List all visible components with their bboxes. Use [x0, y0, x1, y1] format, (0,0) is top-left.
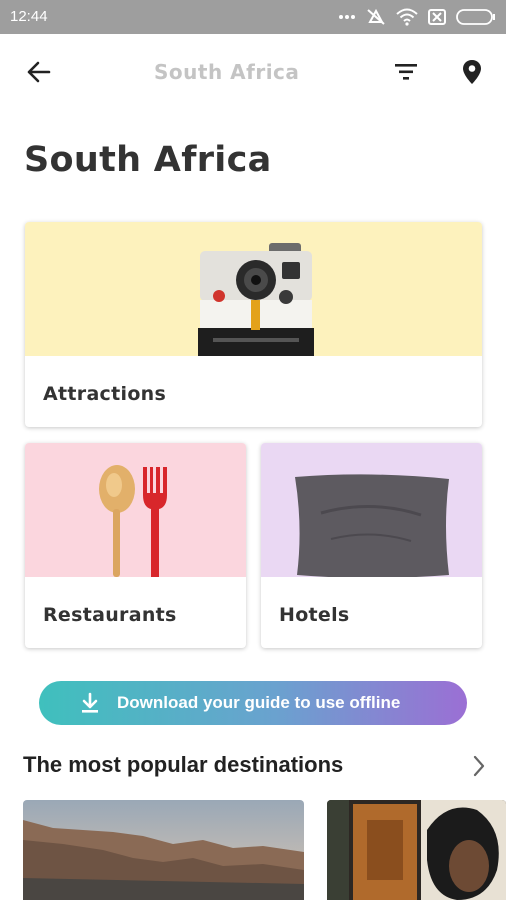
battery-icon: [456, 9, 496, 25]
app-bar: South Africa: [0, 34, 506, 114]
status-icons: [338, 7, 496, 27]
arrow-back-icon: [25, 60, 51, 88]
street-art-photo: [327, 800, 506, 900]
back-button[interactable]: [20, 56, 56, 92]
pillow-icon: [261, 474, 482, 581]
sim-off-icon: [428, 9, 446, 25]
status-time: 12:44: [10, 8, 48, 25]
hotels-image: [261, 443, 482, 578]
restaurants-label: Restaurants: [43, 604, 177, 626]
page-title: South Africa: [24, 140, 272, 180]
download-icon: [79, 692, 101, 714]
instant-camera-icon: [25, 243, 482, 360]
restaurants-card[interactable]: Restaurants: [25, 443, 246, 648]
restaurants-image: [25, 443, 246, 577]
table-mountain-photo: [23, 800, 304, 900]
attractions-label: Attractions: [43, 383, 167, 405]
wifi-icon: [396, 8, 418, 26]
location-pin-icon: [462, 59, 482, 89]
alarm-off-icon: [366, 8, 386, 26]
spoon-and-fork-icon: [25, 465, 246, 581]
attractions-image: [25, 222, 482, 356]
filter-icon: [394, 63, 418, 85]
download-guide-button[interactable]: Download your guide to use offline: [39, 681, 467, 725]
location-button[interactable]: [454, 56, 490, 92]
download-guide-label: Download your guide to use offline: [117, 693, 401, 712]
app-bar-title: South Africa: [154, 60, 300, 84]
status-bar: 12:44: [0, 0, 506, 34]
popular-destinations-title: The most popular destinations: [23, 752, 344, 777]
attractions-card[interactable]: Attractions: [25, 222, 482, 427]
hotels-label: Hotels: [279, 604, 350, 626]
filter-button[interactable]: [388, 56, 424, 92]
hotels-card[interactable]: Hotels: [261, 443, 482, 648]
destination-card-table-mountain[interactable]: [23, 800, 304, 900]
more-icon: [338, 14, 356, 20]
destination-card-street-art[interactable]: [327, 800, 506, 900]
chevron-right-icon[interactable]: [468, 753, 490, 779]
